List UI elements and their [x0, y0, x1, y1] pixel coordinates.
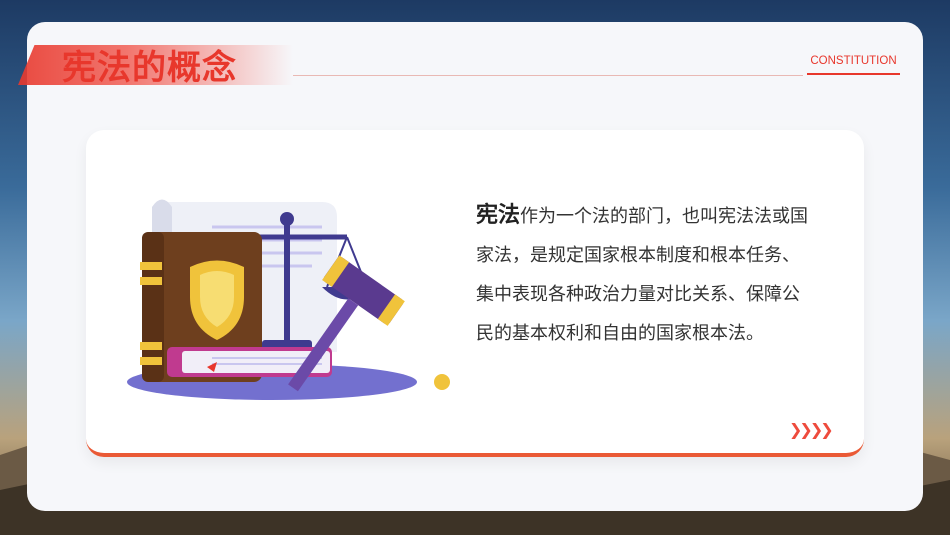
chevron-right-icon: ❯❯❯❯	[789, 420, 834, 439]
section-tag: CONSTITUTION	[810, 55, 897, 67]
page-title: 宪法的概念	[62, 48, 237, 88]
title-divider	[293, 75, 803, 76]
tag-underline	[807, 73, 900, 75]
definition-text: 宪法作为一个法的部门，也叫宪法法或国家法，是规定国家根本制度和根本任务、集中表现…	[476, 196, 811, 353]
definition-body: 作为一个法的部门，也叫宪法法或国家法，是规定国家根本制度和根本任务、集中表现各种…	[476, 206, 809, 344]
definition-term: 宪法	[476, 203, 521, 228]
law-illustration	[127, 199, 450, 400]
